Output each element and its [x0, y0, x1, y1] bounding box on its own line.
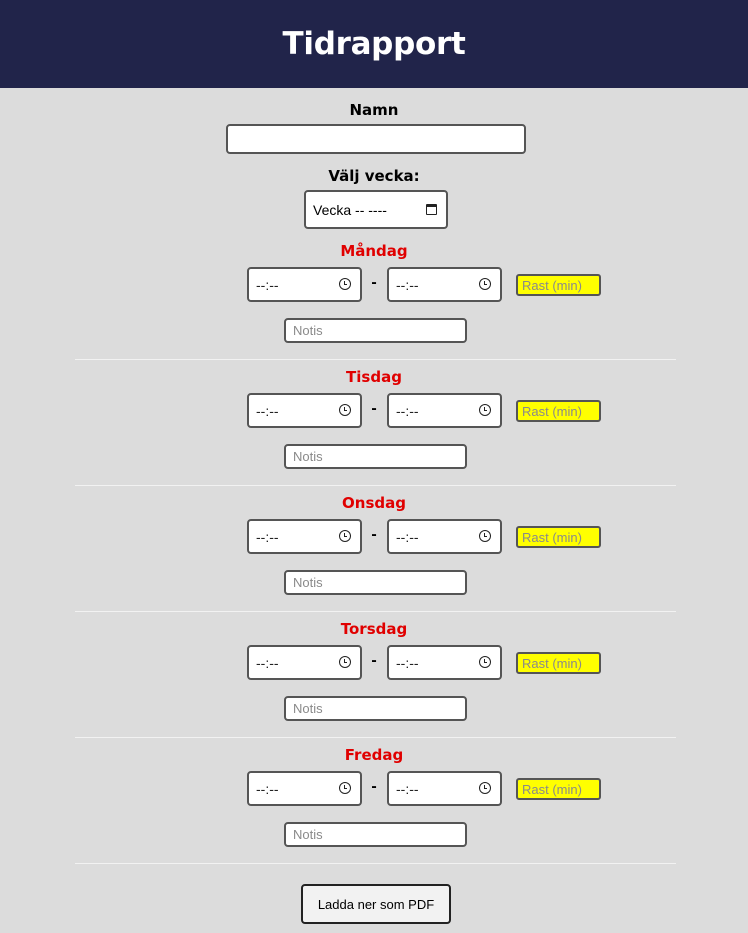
clock-icon[interactable]: [479, 656, 491, 668]
day-section-torsdag: Torsdag --:-- - --:-- Rast (min) Notis: [0, 620, 748, 746]
clock-icon[interactable]: [479, 278, 491, 290]
start-time-input[interactable]: --:--: [247, 519, 362, 554]
note-input[interactable]: Notis: [284, 822, 467, 847]
section-divider: [75, 359, 676, 360]
end-time-value: --:--: [396, 528, 419, 545]
start-time-input[interactable]: --:--: [247, 393, 362, 428]
week-label: Välj vecka:: [328, 167, 420, 185]
end-time-input[interactable]: --:--: [387, 645, 502, 680]
note-input[interactable]: Notis: [284, 570, 467, 595]
day-section-fredag: Fredag --:-- - --:-- Rast (min) Notis: [0, 746, 748, 872]
start-time-input[interactable]: --:--: [247, 267, 362, 302]
name-label: Namn: [349, 101, 399, 119]
note-input[interactable]: Notis: [284, 318, 467, 343]
end-time-value: --:--: [396, 402, 419, 419]
start-time-value: --:--: [256, 402, 279, 419]
section-divider: [75, 737, 676, 738]
break-minutes-input[interactable]: Rast (min): [516, 400, 601, 422]
calendar-icon[interactable]: [426, 204, 437, 215]
break-minutes-input[interactable]: Rast (min): [516, 652, 601, 674]
day-title: Tisdag: [346, 368, 402, 386]
section-divider: [75, 485, 676, 486]
section-divider: [75, 611, 676, 612]
download-pdf-button[interactable]: Ladda ner som PDF: [301, 884, 451, 924]
name-input[interactable]: [226, 124, 526, 154]
break-minutes-input[interactable]: Rast (min): [516, 274, 601, 296]
end-time-value: --:--: [396, 276, 419, 293]
start-time-value: --:--: [256, 780, 279, 797]
clock-icon[interactable]: [339, 278, 351, 290]
note-input[interactable]: Notis: [284, 444, 467, 469]
section-divider: [75, 863, 676, 864]
clock-icon[interactable]: [339, 656, 351, 668]
start-time-value: --:--: [256, 654, 279, 671]
day-section-mandag: Måndag --:-- - --:-- Rast (min) Notis: [0, 242, 748, 368]
time-separator: -: [371, 526, 377, 543]
clock-icon[interactable]: [339, 404, 351, 416]
day-title: Torsdag: [340, 620, 408, 638]
start-time-input[interactable]: --:--: [247, 771, 362, 806]
break-minutes-input[interactable]: Rast (min): [516, 778, 601, 800]
week-picker[interactable]: Vecka -- ----: [304, 190, 448, 229]
clock-icon[interactable]: [479, 530, 491, 542]
end-time-input[interactable]: --:--: [387, 771, 502, 806]
break-minutes-input[interactable]: Rast (min): [516, 526, 601, 548]
clock-icon[interactable]: [339, 782, 351, 794]
time-separator: -: [371, 778, 377, 795]
day-title: Måndag: [340, 242, 408, 260]
end-time-input[interactable]: --:--: [387, 519, 502, 554]
day-title: Fredag: [344, 746, 404, 764]
app-header: Tidrapport: [0, 0, 748, 88]
start-time-value: --:--: [256, 276, 279, 293]
page-title: Tidrapport: [282, 26, 466, 62]
clock-icon[interactable]: [339, 530, 351, 542]
clock-icon[interactable]: [479, 782, 491, 794]
end-time-value: --:--: [396, 654, 419, 671]
start-time-value: --:--: [256, 528, 279, 545]
note-input[interactable]: Notis: [284, 696, 467, 721]
day-section-tisdag: Tisdag --:-- - --:-- Rast (min) Notis: [0, 368, 748, 494]
start-time-input[interactable]: --:--: [247, 645, 362, 680]
time-separator: -: [371, 400, 377, 417]
time-separator: -: [371, 274, 377, 291]
end-time-input[interactable]: --:--: [387, 393, 502, 428]
day-section-onsdag: Onsdag --:-- - --:-- Rast (min) Notis: [0, 494, 748, 620]
week-picker-value: Vecka -- ----: [313, 201, 387, 218]
time-separator: -: [371, 652, 377, 669]
end-time-input[interactable]: --:--: [387, 267, 502, 302]
day-title: Onsdag: [342, 494, 406, 512]
clock-icon[interactable]: [479, 404, 491, 416]
end-time-value: --:--: [396, 780, 419, 797]
